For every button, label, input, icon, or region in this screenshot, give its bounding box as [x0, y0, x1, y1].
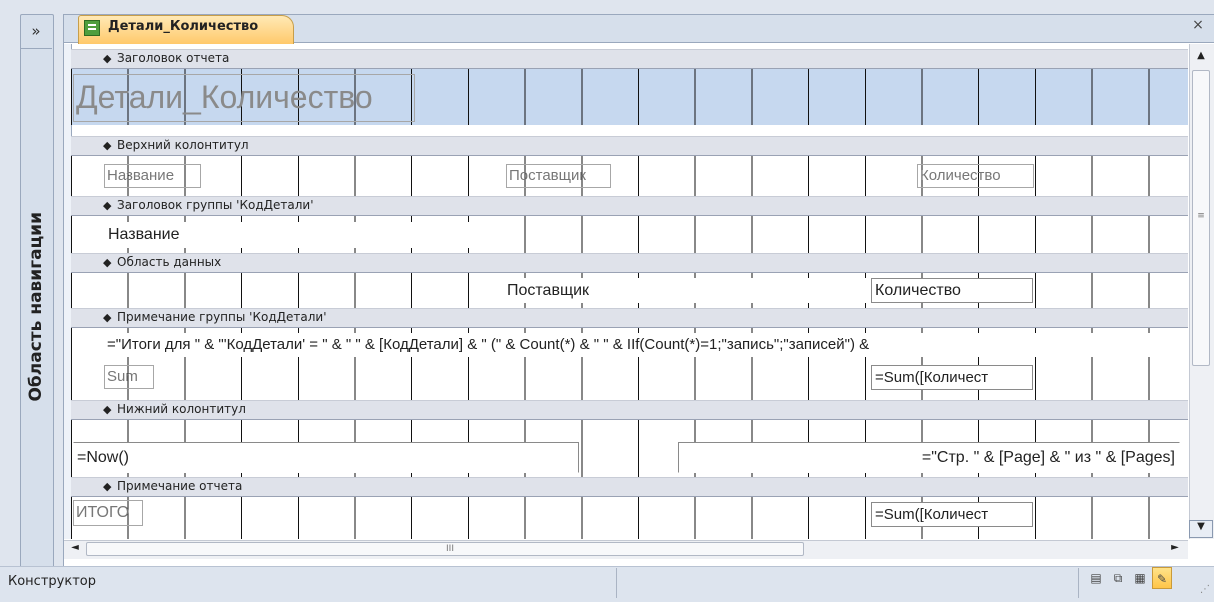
section-arrow-icon: ◆ — [103, 199, 112, 212]
group-summary-expression[interactable]: ="Итоги для " & "'КодДетали' = " & " " &… — [104, 333, 1188, 357]
section-arrow-icon: ◆ — [103, 403, 112, 416]
close-document-button[interactable]: × — [1188, 17, 1208, 37]
scroll-grip-icon: ≡ — [1197, 211, 1205, 221]
scroll-down-arrow-icon[interactable]: ▼ — [1189, 520, 1213, 538]
section-report-footer[interactable]: ИТОГО =Sum([Количест — [71, 497, 1188, 539]
report-title-label[interactable]: Детали_Количество — [73, 74, 415, 122]
scroll-grip-icon: III — [446, 544, 454, 554]
group-sum-expression[interactable]: =Sum([Количест — [871, 365, 1033, 390]
section-bar-group-header[interactable]: ◆ Заголовок группы 'КодДетали' — [71, 196, 1188, 216]
section-bar-page-header[interactable]: ◆ Верхний колонтитул — [71, 136, 1188, 156]
section-bar-page-footer[interactable]: ◆ Нижний колонтитул — [71, 400, 1188, 420]
section-report-header[interactable]: Детали_Количество — [71, 69, 1188, 125]
navigation-pane-title: Область навигации — [26, 212, 46, 402]
section-bar-detail[interactable]: ◆ Область данных — [71, 253, 1188, 273]
status-divider — [616, 568, 617, 598]
report-total-label[interactable]: ИТОГО — [73, 500, 143, 526]
group-name-textbox[interactable]: Название — [104, 222, 469, 248]
section-title: Область данных — [117, 255, 222, 269]
navigation-pane-toggle-button[interactable]: » — [20, 14, 52, 49]
document-tab-title: Детали_Количество — [108, 19, 259, 34]
scroll-left-arrow-icon[interactable]: ◄ — [66, 542, 84, 557]
section-title: Заголовок группы 'КодДетали' — [117, 198, 314, 212]
report-view-icon[interactable]: ▤ — [1086, 567, 1106, 589]
section-group-header[interactable]: Название — [71, 216, 1188, 253]
group-sum-label[interactable]: Sum — [104, 365, 154, 389]
section-title: Примечание отчета — [117, 479, 243, 493]
header-supplier-label[interactable]: Поставщик — [506, 164, 611, 188]
section-arrow-icon: ◆ — [103, 52, 112, 65]
print-preview-icon[interactable]: ⧉ — [1108, 567, 1128, 589]
header-name-label[interactable]: Название — [104, 164, 201, 188]
report-sum-expression[interactable]: =Sum([Количест — [871, 502, 1033, 527]
section-bar-report-header[interactable]: ◆ Заголовок отчета — [71, 49, 1188, 69]
section-arrow-icon: ◆ — [103, 139, 112, 152]
header-quantity-label[interactable]: Количество — [917, 164, 1034, 188]
section-group-footer[interactable]: ="Итоги для " & "'КодДетали' = " & " " &… — [71, 328, 1188, 400]
section-bar-group-footer[interactable]: ◆ Примечание группы 'КодДетали' — [71, 308, 1188, 328]
status-divider — [1078, 568, 1079, 598]
section-page-footer[interactable]: =Now() ="Стр. " & [Page] & " из " & [Pag… — [71, 420, 1188, 477]
detail-supplier-textbox[interactable]: Поставщик — [503, 278, 867, 303]
section-arrow-icon: ◆ — [103, 311, 112, 324]
layout-view-icon[interactable]: ▦ — [1130, 567, 1150, 589]
section-page-header[interactable]: Название Поставщик Количество — [71, 156, 1188, 196]
section-bar-report-footer[interactable]: ◆ Примечание отчета — [71, 477, 1188, 497]
section-title: Верхний колонтитул — [117, 138, 249, 152]
scroll-up-arrow-icon[interactable]: ▲ — [1189, 50, 1213, 68]
status-bar — [0, 566, 1214, 602]
scroll-right-arrow-icon[interactable]: ► — [1166, 542, 1184, 557]
detail-quantity-textbox[interactable]: Количество — [871, 278, 1033, 303]
section-detail[interactable]: Поставщик Количество — [71, 273, 1188, 308]
status-mode-text: Конструктор — [8, 574, 96, 589]
report-design-surface[interactable]: ◆ Заголовок отчета Детали_Количество ◆ В… — [64, 44, 1188, 539]
navigation-pane-label[interactable]: Область навигации — [20, 50, 52, 564]
page-footer-now-textbox[interactable]: =Now() — [73, 442, 579, 473]
section-title: Нижний колонтитул — [117, 402, 246, 416]
section-arrow-icon: ◆ — [103, 256, 112, 269]
section-title: Заголовок отчета — [117, 51, 230, 65]
design-view-icon[interactable]: ✎ — [1152, 567, 1172, 589]
resize-grip-icon[interactable]: ⋰ — [1196, 584, 1210, 598]
section-title: Примечание группы 'КодДетали' — [117, 310, 327, 324]
section-arrow-icon: ◆ — [103, 480, 112, 493]
page-footer-pages-textbox[interactable]: ="Стр. " & [Page] & " из " & [Pages] — [678, 442, 1180, 473]
report-icon — [84, 20, 100, 36]
